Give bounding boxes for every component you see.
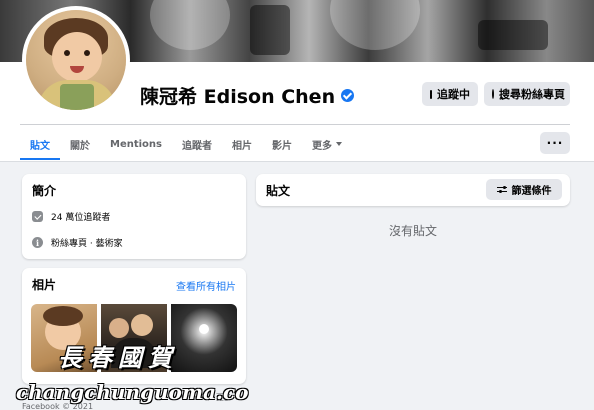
intro-title: 簡介 — [32, 184, 57, 198]
filter-button[interactable]: 篩選條件 — [486, 179, 562, 200]
more-options-button[interactable]: ··· — [540, 132, 570, 154]
see-all-photos-link[interactable]: 查看所有相片 — [176, 278, 236, 293]
tab-more[interactable]: 更多 — [302, 126, 352, 162]
tab-posts[interactable]: 貼文 — [20, 126, 60, 162]
category-row: i 粉絲專頁 · 藝術家 — [32, 236, 123, 249]
empty-posts-message: 沒有貼文 — [388, 224, 437, 238]
posts-title: 貼文 — [266, 184, 291, 198]
watermark-chinese: 長春國賀 — [58, 343, 178, 372]
cover-figure — [250, 5, 290, 55]
cover-highlight — [330, 0, 420, 50]
verified-badge-icon — [341, 89, 355, 102]
cover-highlight — [150, 0, 230, 50]
followers-icon — [32, 211, 43, 222]
page-title: 陳冠希 Edison Chen — [140, 82, 355, 109]
tab-about[interactable]: 關於 — [60, 126, 100, 162]
watermark-url: changchunguoma.co — [16, 380, 249, 404]
photos-title: 相片 — [32, 278, 57, 292]
chevron-down-icon — [336, 142, 343, 146]
followers-count: 24 萬位追蹤者 — [51, 213, 111, 223]
posts-header-card: 貼文 篩選條件 — [256, 174, 570, 206]
search-page-button[interactable]: 搜尋粉絲專頁 — [484, 82, 570, 106]
tab-videos[interactable]: 影片 — [262, 126, 302, 162]
filter-button-label: 篩選條件 — [511, 186, 552, 197]
following-button-label: 追蹤中 — [437, 88, 470, 101]
search-icon — [492, 89, 494, 99]
profile-tabs: 貼文 關於 Mentions 追蹤者 相片 影片 更多 — [20, 126, 352, 162]
header-divider — [20, 124, 570, 125]
photo-thumbnail[interactable] — [171, 304, 237, 372]
followers-row: 24 萬位追蹤者 — [32, 210, 110, 223]
following-check-icon — [430, 89, 432, 99]
tab-photos[interactable]: 相片 — [222, 126, 262, 162]
profile-name: 陳冠希 Edison Chen — [140, 86, 336, 108]
info-icon: i — [32, 237, 43, 248]
tab-mentions[interactable]: Mentions — [100, 126, 172, 162]
page-category: 粉絲專頁 · 藝術家 — [51, 239, 123, 249]
search-page-button-label: 搜尋粉絲專頁 — [499, 88, 565, 101]
tab-more-label: 更多 — [312, 140, 333, 152]
following-button[interactable]: 追蹤中 — [422, 82, 478, 106]
cover-camera — [478, 20, 548, 50]
avatar[interactable] — [22, 6, 130, 114]
tab-followers[interactable]: 追蹤者 — [172, 126, 222, 162]
filter-icon — [496, 185, 507, 194]
intro-card: 簡介 24 萬位追蹤者 i 粉絲專頁 · 藝術家 — [22, 174, 246, 259]
